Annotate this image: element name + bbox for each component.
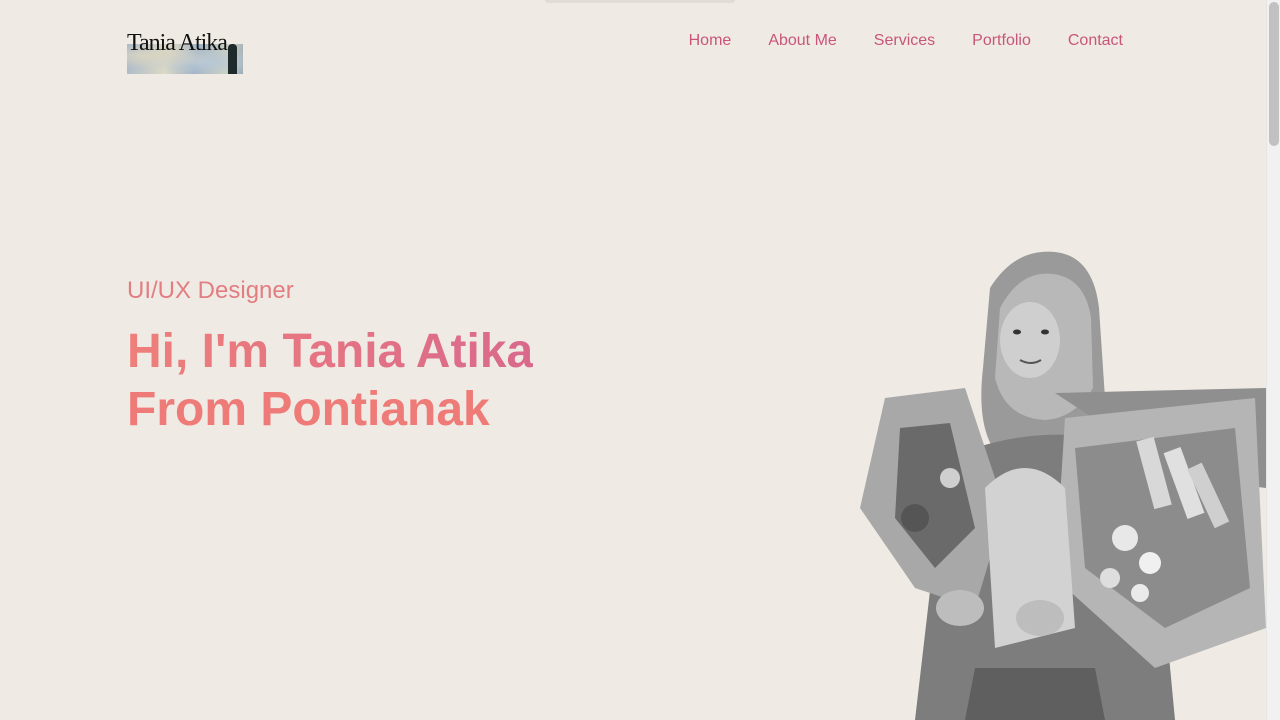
hero-headline-line1: Hi, I'm Tania Atika (127, 323, 533, 381)
nav-about-me[interactable]: About Me (768, 31, 836, 51)
main-nav: Home About Me Services Portfolio Contact (689, 31, 1123, 51)
nav-contact[interactable]: Contact (1068, 31, 1123, 51)
vertical-scrollbar[interactable] (1266, 0, 1280, 720)
page: Tania Atika Home About Me Services Portf… (0, 0, 1280, 720)
portrait-photo (860, 251, 1266, 720)
hero-headline-line2: From Pontianak (127, 383, 490, 436)
scrollbar-thumb[interactable] (1269, 2, 1279, 146)
hero-headline: Hi, I'm Tania Atika From Pontianak (127, 323, 533, 439)
logo-text: Tania Atika (127, 30, 228, 56)
nav-services[interactable]: Services (874, 31, 935, 51)
nav-portfolio[interactable]: Portfolio (972, 31, 1031, 51)
hero-subtitle: UI/UX Designer (127, 277, 294, 304)
top-tab-shadow (545, 0, 735, 3)
logo[interactable]: Tania Atika (127, 30, 243, 74)
nav-home[interactable]: Home (689, 31, 732, 51)
